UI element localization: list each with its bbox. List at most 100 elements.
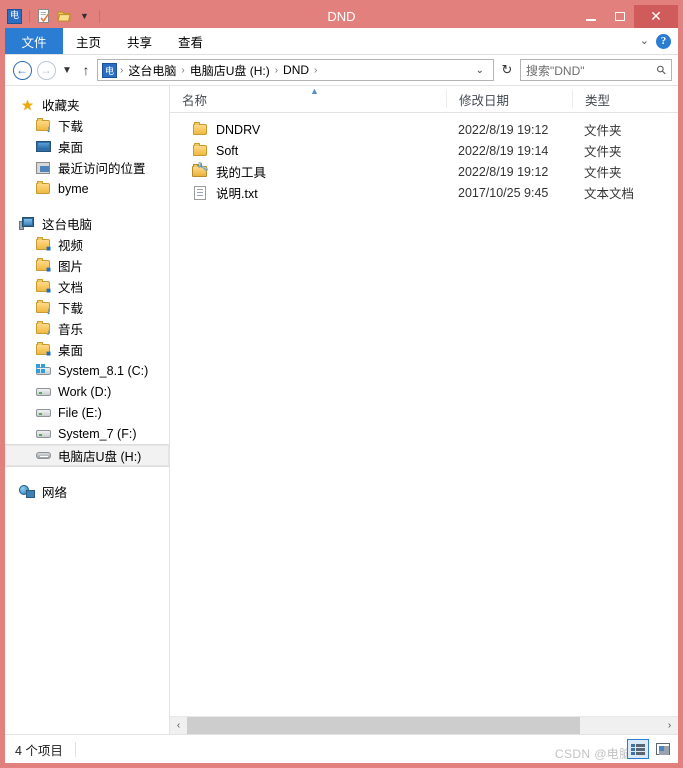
tab-file[interactable]: 文件 (5, 28, 63, 54)
large-icons-view-button[interactable] (652, 739, 674, 759)
sidebar-item-drive-e[interactable]: File (E:) (5, 402, 169, 423)
horizontal-scrollbar[interactable]: ‹ › (170, 716, 678, 734)
column-header-type[interactable]: 类型 (572, 90, 678, 108)
column-header-date[interactable]: 修改日期 (446, 90, 572, 108)
back-button[interactable]: ← (11, 59, 33, 81)
search-input[interactable]: 搜索"DND" (526, 62, 657, 79)
new-folder-icon[interactable] (56, 8, 73, 25)
sidebar-item-label: 下载 (58, 120, 84, 134)
search-box[interactable]: 搜索"DND" ⚲ (520, 59, 672, 81)
sidebar-group-network[interactable]: 网络 (5, 481, 169, 502)
tab-home[interactable]: 主页 (63, 28, 114, 54)
computer-icon: 电 (102, 62, 117, 78)
breadcrumb-item-usb-drive[interactable]: 电脑店U盘 (H:) (186, 62, 274, 79)
scrollbar-track[interactable] (187, 717, 661, 734)
sidebar-item-label: 视频 (58, 239, 84, 253)
file-type-cell: 文件夹 (584, 166, 622, 180)
address-bar[interactable]: 电 › 这台电脑 › 电脑店U盘 (H:) › DND › ⌄ (97, 59, 494, 81)
file-name-cell[interactable]: DNDRV (170, 121, 446, 138)
close-button[interactable]: ✕ (634, 5, 678, 28)
drive-icon (35, 405, 52, 421)
title-bar: 电 ▼ DND ✕ (5, 5, 678, 28)
details-view-button[interactable] (627, 739, 649, 759)
table-row[interactable]: Soft 2022/8/19 19:14 文件夹 (170, 140, 678, 161)
file-name-label: Soft (216, 143, 239, 158)
chevron-down-icon: ▼ (62, 64, 72, 76)
file-name-label: 说明.txt (216, 187, 258, 201)
sidebar-item-label: System_7 (F:) (58, 426, 137, 441)
folder-video-icon: ■ (35, 236, 52, 253)
navigation-pane[interactable]: ★ 收藏夹 ↓ 下载 桌面 最近访问的位置 byme 这台电脑 ■ 视频 ■ 图… (5, 86, 170, 734)
folder-desktop-icon: ■ (35, 341, 52, 358)
table-row[interactable]: DNDRV 2022/8/19 19:12 文件夹 (170, 119, 678, 140)
sidebar-item-drive-f[interactable]: System_7 (F:) (5, 423, 169, 444)
folder-documents-icon: ■ (35, 278, 52, 295)
recent-locations-button[interactable]: ▼ (59, 59, 75, 81)
file-name-cell[interactable]: 说明.txt (170, 183, 446, 202)
expand-ribbon-icon[interactable]: ⌄ (640, 35, 649, 47)
sidebar-item-label: 图片 (58, 260, 84, 274)
sidebar-item-drive-c[interactable]: System_8.1 (C:) (5, 360, 169, 381)
tab-view[interactable]: 查看 (165, 28, 216, 54)
column-headers: ▲ 名称 修改日期 类型 (170, 86, 678, 113)
sidebar-item-desktop-pc[interactable]: ■ 桌面 (5, 339, 169, 360)
up-button[interactable]: ↑ (77, 59, 95, 81)
address-bar-row: ← → ▼ ↑ 电 › 这台电脑 › 电脑店U盘 (H:) › DND › ⌄ … (5, 55, 678, 85)
address-dropdown-icon[interactable]: ⌄ (469, 65, 491, 76)
view-mode-buttons (627, 739, 674, 759)
properties-icon[interactable] (36, 8, 53, 25)
sidebar-item-label: File (E:) (58, 405, 102, 420)
scroll-left-button[interactable]: ‹ (170, 717, 187, 734)
sidebar-group-favorites[interactable]: ★ 收藏夹 (5, 94, 169, 115)
sort-ascending-icon: ▲ (310, 86, 319, 96)
sidebar-item-desktop[interactable]: 桌面 (5, 136, 169, 157)
forward-button[interactable]: → (35, 59, 57, 81)
tab-share[interactable]: 共享 (114, 28, 165, 54)
qat-separator-2 (99, 10, 100, 23)
explorer-window: 电 ▼ DND ✕ 文件 主页 共享 查看 ⌄ ? ← → ▼ ↑ 电 › 这台… (0, 0, 683, 768)
ribbon-right-controls: ⌄ ? (640, 28, 678, 54)
breadcrumb-item-this-pc[interactable]: 这台电脑 (124, 62, 180, 79)
scrollbar-thumb[interactable] (187, 717, 581, 734)
table-row[interactable]: 🔧 我的工具 2022/8/19 19:12 文件夹 (170, 160, 678, 182)
file-name-cell[interactable]: 🔧 我的工具 (170, 160, 446, 181)
folder-download-icon: ↓ (35, 117, 52, 134)
file-name-cell[interactable]: Soft (170, 142, 446, 159)
network-icon (19, 484, 36, 500)
customize-qat-dropdown[interactable]: ▼ (76, 8, 93, 25)
folder-music-icon: ♪ (35, 320, 52, 337)
refresh-button[interactable]: ↻ (496, 59, 518, 81)
file-rows: DNDRV 2022/8/19 19:12 文件夹 Soft 2022/8/19… (170, 113, 678, 716)
sidebar-item-label: 音乐 (58, 323, 84, 337)
sidebar-item-music[interactable]: ♪ 音乐 (5, 318, 169, 339)
file-name-label: 我的工具 (216, 166, 267, 180)
sidebar-item-recent-places[interactable]: 最近访问的位置 (5, 157, 169, 178)
window-menu-icon[interactable]: 电 (6, 8, 23, 25)
breadcrumb-item-dnd[interactable]: DND (279, 63, 313, 77)
sidebar-item-label: System_8.1 (C:) (58, 363, 149, 378)
status-bar: 4 个项目 CSDN @电脑侠 (5, 734, 678, 763)
maximize-icon (614, 12, 625, 21)
details-view-icon (631, 743, 645, 755)
minimize-icon (585, 18, 596, 21)
minimize-button[interactable] (576, 5, 605, 28)
sidebar-item-downloads-pc[interactable]: ↓ 下载 (5, 297, 169, 318)
sidebar-item-byme[interactable]: byme (5, 178, 169, 199)
sidebar-item-documents[interactable]: ■ 文档 (5, 276, 169, 297)
column-header-name[interactable]: 名称 (170, 90, 446, 108)
file-date-cell: 2022/8/19 19:12 (458, 164, 549, 179)
sidebar-item-label: 文档 (58, 281, 84, 295)
sidebar-item-pictures[interactable]: ■ 图片 (5, 255, 169, 276)
table-row[interactable]: 说明.txt 2017/10/25 9:45 文本文档 (170, 182, 678, 203)
sidebar-item-videos[interactable]: ■ 视频 (5, 234, 169, 255)
sidebar-item-usb-drive-h[interactable]: 电脑店U盘 (H:) (5, 444, 169, 467)
sidebar-item-drive-d[interactable]: Work (D:) (5, 381, 169, 402)
scroll-right-button[interactable]: › (661, 717, 678, 734)
sidebar-item-downloads[interactable]: ↓ 下载 (5, 115, 169, 136)
item-count-label: 4 个项目 (15, 743, 63, 758)
help-icon[interactable]: ? (656, 33, 671, 49)
maximize-button[interactable] (605, 5, 634, 28)
sidebar-group-this-pc[interactable]: 这台电脑 (5, 213, 169, 234)
file-list-pane: ▲ 名称 修改日期 类型 DNDRV 2022/8/19 19:12 文件夹 S… (170, 86, 678, 734)
